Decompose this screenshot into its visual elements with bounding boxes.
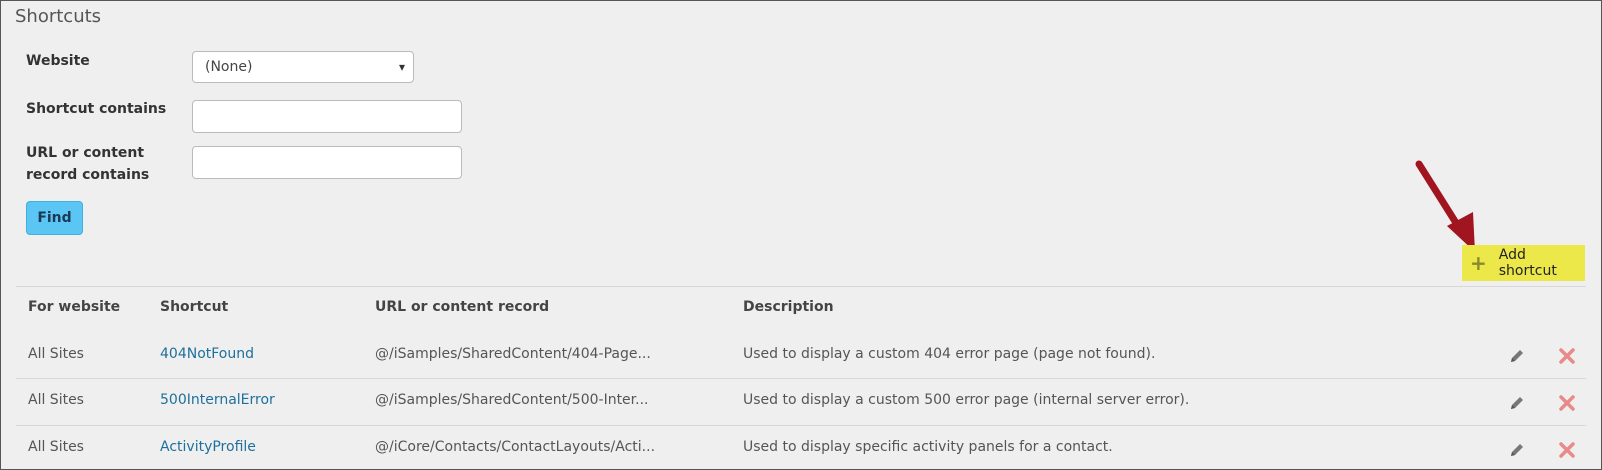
row-shortcut-link[interactable]: 500InternalError	[160, 392, 275, 408]
website-selected-value: (None)	[205, 59, 253, 75]
row-url: @/iCore/Contacts/ContactLayouts/Acti...	[375, 439, 656, 455]
add-shortcut-label: Add shortcut	[1498, 247, 1557, 279]
header-url: URL or content record	[375, 299, 550, 315]
row-url: @/iSamples/SharedContent/404-Page...	[375, 346, 651, 362]
header-description: Description	[743, 299, 834, 315]
row-description: Used to display a custom 500 error page …	[743, 392, 1190, 408]
url-contains-input[interactable]	[192, 146, 462, 179]
website-label: Website	[26, 53, 90, 69]
header-shortcut: Shortcut	[160, 299, 229, 315]
row-description: Used to display a custom 404 error page …	[743, 346, 1156, 362]
shortcut-contains-label: Shortcut contains	[26, 101, 167, 117]
header-for-website: For website	[28, 299, 121, 315]
pencil-icon[interactable]	[1508, 394, 1526, 412]
delete-icon[interactable]	[1558, 394, 1576, 412]
row-website: All Sites	[28, 346, 84, 362]
row-website: All Sites	[28, 439, 84, 455]
row-shortcut-link[interactable]: ActivityProfile	[160, 439, 256, 455]
row-description: Used to display specific activity panels…	[743, 439, 1113, 455]
page-title: Shortcuts	[15, 6, 102, 27]
plus-icon: +	[1470, 251, 1487, 275]
row-website: All Sites	[28, 392, 84, 408]
delete-icon[interactable]	[1558, 347, 1576, 365]
shortcuts-panel: Shortcuts Website (None) ▾ Shortcut cont…	[0, 0, 1602, 470]
shortcut-contains-input[interactable]	[192, 100, 462, 133]
delete-icon[interactable]	[1558, 441, 1576, 459]
website-select[interactable]: (None) ▾	[192, 51, 414, 83]
row-divider	[16, 378, 1586, 379]
find-button[interactable]: Find	[26, 201, 83, 235]
pencil-icon[interactable]	[1508, 347, 1526, 365]
pencil-icon[interactable]	[1508, 441, 1526, 459]
add-shortcut-button[interactable]: + Add shortcut	[1462, 245, 1585, 281]
row-divider	[16, 425, 1586, 426]
url-contains-label-line1: URL or content	[26, 145, 145, 161]
table-top-divider	[16, 286, 1586, 287]
row-url: @/iSamples/SharedContent/500-Inter...	[375, 392, 649, 408]
row-shortcut-link[interactable]: 404NotFound	[160, 346, 254, 362]
chevron-down-icon: ▾	[398, 60, 405, 74]
annotation-arrow	[1415, 160, 1475, 252]
url-contains-label-line2: record contains	[26, 167, 150, 183]
